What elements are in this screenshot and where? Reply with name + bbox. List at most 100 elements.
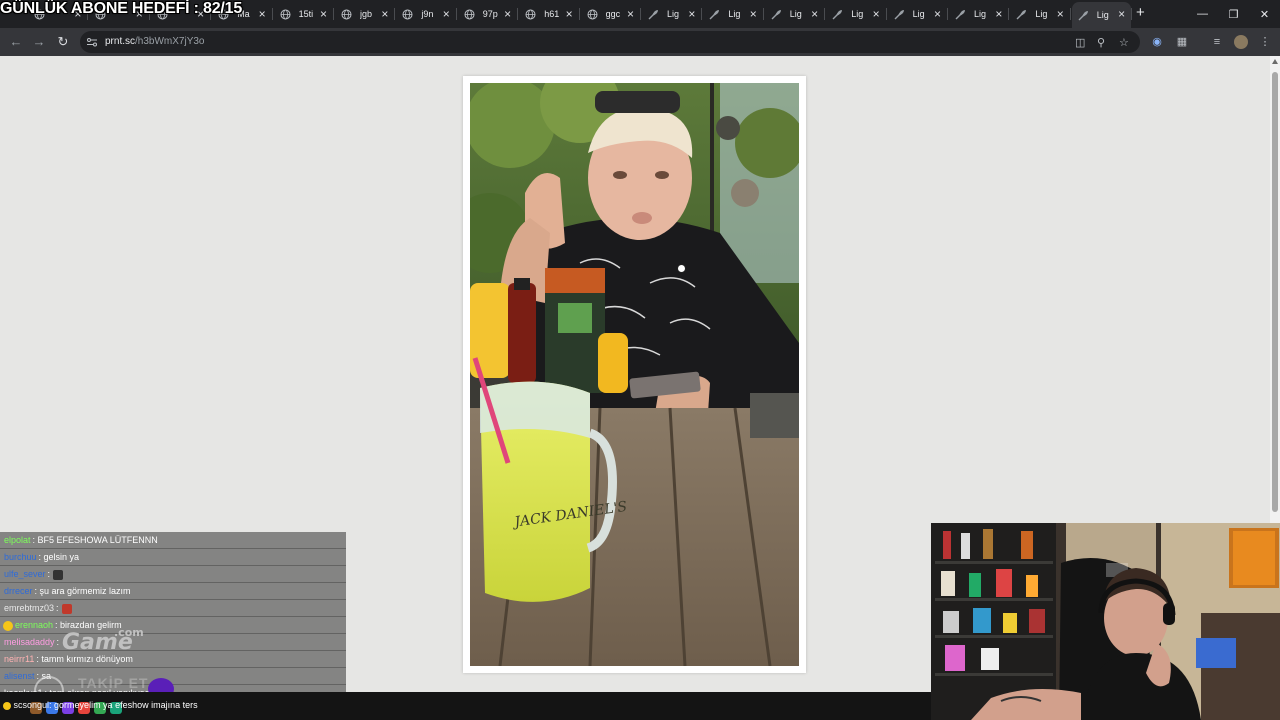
chat-message: ulfe_sever:	[0, 566, 346, 583]
tab-title: ggc	[605, 9, 621, 19]
zoom-icon[interactable]: ⚲	[1097, 36, 1105, 50]
chat-message: elpolat: BF5 EFESHOWA LÜTFENNN	[0, 532, 346, 549]
install-app-icon[interactable]: ◫	[1075, 36, 1085, 50]
close-tab-icon[interactable]: ×	[259, 7, 266, 21]
browser-tab[interactable]: h61 ×	[519, 2, 580, 26]
browser-menu-icon[interactable]: ⋮	[1258, 35, 1272, 49]
chat-text: : birazdan gelirm	[55, 620, 122, 630]
chat-username: erennaoh	[15, 620, 54, 630]
browser-tab[interactable]: Lig ×	[1071, 2, 1133, 28]
browser-tab[interactable]: Lig ×	[949, 2, 1010, 26]
address-bar[interactable]: prnt.sc/h3bWmX7jY3o ◫ ⚲ ☆	[80, 31, 1140, 53]
chat-username: ulfe_sever	[4, 569, 46, 579]
close-tab-icon[interactable]: ×	[1057, 7, 1064, 21]
chat-username: emrebtmz03	[4, 603, 55, 613]
bookmark-star-icon[interactable]: ☆	[1119, 36, 1129, 50]
close-tab-icon[interactable]: ×	[688, 7, 695, 21]
forward-button[interactable]: →	[31, 34, 47, 50]
close-tab-icon[interactable]: ×	[811, 7, 818, 21]
close-tab-icon[interactable]: ×	[995, 7, 1002, 21]
partner-logo-tld: .com	[114, 626, 144, 639]
close-tab-icon[interactable]: ×	[566, 7, 573, 21]
sub-badge-icon	[3, 701, 11, 710]
browser-tab[interactable]: Lig ×	[703, 2, 764, 26]
chat-message: melisadaddy:	[0, 634, 346, 651]
tab-separator	[517, 8, 519, 20]
chat-message: emrebtmz03:	[0, 600, 346, 617]
feather-icon	[709, 9, 720, 20]
profile-avatar[interactable]	[1234, 35, 1248, 49]
browser-tab[interactable]: 15ti ×	[274, 2, 334, 26]
browser-tab[interactable]: 97p ×	[458, 2, 519, 26]
tab-separator	[824, 8, 826, 20]
tab-title: 15ti	[298, 9, 314, 19]
screenshot-photo[interactable]: JACK DANIEL'S	[470, 83, 799, 666]
window-controls: — ❐ ✕	[1187, 0, 1280, 28]
bottom-chat-message: scsongul: gormeyelim ya efeshow imajına …	[3, 700, 198, 710]
tab-title: j9n	[421, 9, 434, 19]
scrollbar-thumb[interactable]	[1272, 72, 1278, 512]
feather-icon	[1078, 10, 1089, 21]
site-info-icon[interactable]	[86, 36, 98, 48]
subscriber-goal-overlay: GÜNLÜK ABONE HEDEFİ : 82/15	[0, 0, 243, 17]
browser-tab[interactable]: j9n ×	[396, 2, 457, 26]
media-control-icon[interactable]: ◉	[1150, 35, 1164, 49]
tab-separator	[578, 8, 580, 20]
mouse-cursor	[677, 264, 686, 273]
browser-tab[interactable]: ggc ×	[581, 2, 641, 26]
chat-text: : tamm kırmızı dönüyom	[36, 654, 133, 664]
tab-separator	[332, 8, 334, 20]
browser-tab[interactable]: Lig ×	[765, 2, 826, 26]
tab-separator	[1131, 8, 1133, 20]
globe-icon	[341, 9, 352, 20]
close-tab-icon[interactable]: ×	[873, 7, 880, 21]
tab-title: Lig	[974, 9, 987, 19]
close-tab-icon[interactable]: ×	[381, 7, 388, 21]
chat-message: drrecer: şu ara görmemiz lazım	[0, 583, 346, 600]
new-tab-button[interactable]: +	[1136, 5, 1145, 21]
tab-separator	[394, 8, 396, 20]
tab-title: Lig	[912, 9, 925, 19]
browser-tab[interactable]: Lig ×	[1010, 2, 1071, 26]
chat-message: burchuu: gelsin ya	[0, 549, 346, 566]
chat-message: neirrr11: tamm kırmızı dönüyom	[0, 651, 346, 668]
reading-list-icon[interactable]: ≡	[1210, 35, 1224, 49]
tab-title: Lig	[667, 9, 680, 19]
sub-badge-icon	[3, 620, 13, 631]
browser-tab[interactable]: Lig ×	[826, 2, 887, 26]
chat-text: :	[56, 603, 59, 613]
back-button[interactable]: ←	[8, 34, 24, 50]
chat-text: : gelsin ya	[38, 552, 80, 562]
close-tab-icon[interactable]: ×	[934, 7, 941, 21]
globe-icon	[464, 9, 475, 20]
feather-icon	[955, 9, 966, 20]
follow-label: TAKİP ET	[78, 675, 149, 691]
close-tab-icon[interactable]: ×	[750, 7, 757, 21]
maximize-button[interactable]: ❐	[1218, 0, 1249, 28]
browser-tab[interactable]: Lig ×	[888, 2, 948, 26]
close-tab-icon[interactable]: ×	[504, 7, 511, 21]
chat-text: :	[56, 637, 60, 647]
feather-icon	[1016, 9, 1027, 20]
close-tab-icon[interactable]: ×	[320, 7, 327, 21]
scroll-up-arrow-icon[interactable]	[1272, 59, 1278, 64]
globe-icon	[280, 9, 291, 20]
close-tab-icon[interactable]: ×	[627, 7, 634, 21]
url-text: prnt.sc/h3bWmX7jY3o	[105, 36, 205, 47]
feather-icon	[771, 9, 782, 20]
tab-title: Lig	[851, 9, 864, 19]
browser-tab[interactable]: Lig ×	[642, 2, 703, 26]
tab-separator	[455, 8, 457, 20]
browser-tab[interactable]: jgb ×	[335, 2, 396, 26]
reload-button[interactable]: ↻	[55, 34, 71, 50]
close-window-button[interactable]: ✕	[1249, 0, 1280, 28]
minimize-button[interactable]: —	[1187, 0, 1218, 28]
feather-icon	[832, 9, 843, 20]
close-tab-icon[interactable]: ×	[443, 7, 450, 21]
chat-text: : BF5 EFESHOWA LÜTFENNN	[32, 535, 158, 545]
extensions-icon[interactable]: ▦	[1175, 35, 1189, 49]
webcam-feed	[931, 523, 1280, 720]
close-tab-icon[interactable]: ×	[1118, 7, 1125, 21]
globe-icon	[402, 9, 413, 20]
tab-title: Lig	[1035, 9, 1048, 19]
